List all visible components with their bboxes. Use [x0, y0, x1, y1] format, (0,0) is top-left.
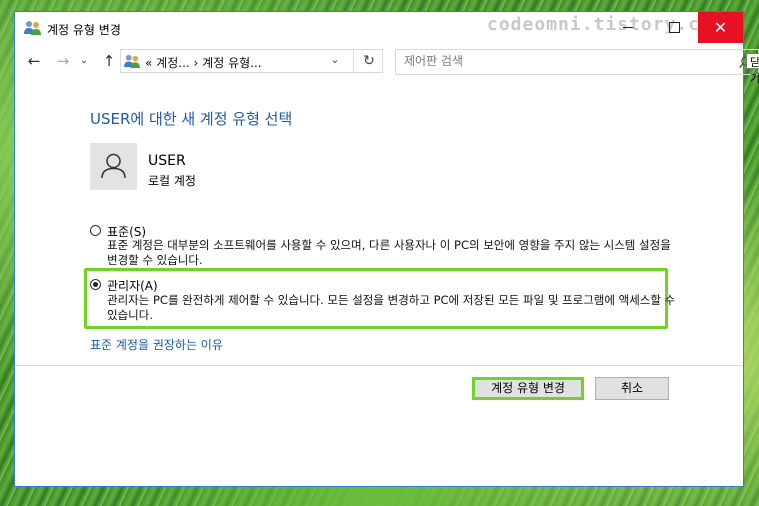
address-dropdown-button[interactable]: ⌄ — [327, 53, 343, 66]
minimize-icon — [623, 26, 633, 28]
administrator-option-description: 관리자는 PC를 완전하게 제어할 수 있습니다. 모든 설정을 변경하고 PC… — [107, 293, 676, 322]
up-button[interactable]: ↑ — [99, 51, 119, 71]
user-accounts-icon — [24, 21, 41, 35]
breadcrumb-item-account-type[interactable]: 계정 유형... — [202, 56, 261, 70]
title-bar[interactable]: 계정 유형 변경 codeomni.tistory.com ✕ — [15, 12, 743, 43]
chevron-down-icon: ⌄ — [79, 55, 89, 66]
maximize-button[interactable] — [651, 12, 697, 43]
navigation-bar: ← → ⌄ ↑ « 계정... › 계정 유형... ⌄ ↻ — [15, 43, 759, 79]
avatar — [90, 143, 137, 190]
breadcrumb: « 계정... › 계정 유형... — [145, 54, 262, 71]
administrator-option-label[interactable]: 관리자(A) — [107, 277, 158, 294]
page-title: USER에 대한 새 계정 유형 선택 — [90, 110, 293, 128]
window-title: 계정 유형 변경 — [47, 23, 121, 37]
close-tooltip: 닫기 — [746, 53, 759, 85]
breadcrumb-overflow[interactable]: « — [145, 56, 152, 70]
address-bar[interactable]: « 계정... › 계정 유형... ⌄ ↻ — [120, 49, 383, 73]
why-standard-link[interactable]: 표준 계정을 권장하는 이유 — [90, 336, 223, 353]
chevron-down-icon: ⌄ — [330, 53, 340, 66]
change-account-type-button[interactable]: 계정 유형 변경 — [472, 377, 584, 400]
user-icon — [101, 153, 126, 179]
footer-divider — [15, 365, 743, 366]
close-icon: ✕ — [713, 18, 728, 37]
arrow-left-icon: ← — [27, 52, 41, 70]
arrow-right-icon: → — [56, 52, 70, 70]
cancel-button[interactable]: 취소 — [595, 377, 669, 400]
user-accounts-icon — [124, 54, 140, 68]
user-account-type: 로컬 계정 — [148, 174, 196, 188]
back-button[interactable]: ← — [24, 51, 44, 71]
breadcrumb-separator: › — [193, 56, 199, 70]
breadcrumb-item-accounts[interactable]: 계정... — [156, 56, 190, 70]
arrow-up-icon: ↑ — [102, 52, 116, 70]
search-box[interactable] — [395, 49, 759, 75]
maximize-icon — [668, 21, 680, 33]
standard-option-description: 표준 계정은 대부분의 소프트웨어를 사용할 수 있으며, 다른 사용자나 이 … — [107, 238, 671, 267]
forward-button[interactable]: → — [53, 51, 73, 71]
minimize-button[interactable] — [605, 12, 651, 43]
administrator-radio[interactable] — [90, 279, 101, 290]
refresh-button[interactable]: ↻ — [353, 50, 384, 72]
close-button[interactable]: ✕ — [698, 12, 743, 43]
change-account-type-window: 계정 유형 변경 codeomni.tistory.com ✕ ← → ⌄ ↑ … — [14, 11, 759, 487]
search-input[interactable] — [404, 54, 714, 68]
refresh-icon: ↻ — [363, 53, 375, 69]
recent-locations-button[interactable]: ⌄ — [77, 51, 91, 71]
user-name: USER — [148, 153, 186, 169]
standard-radio[interactable] — [90, 225, 101, 236]
